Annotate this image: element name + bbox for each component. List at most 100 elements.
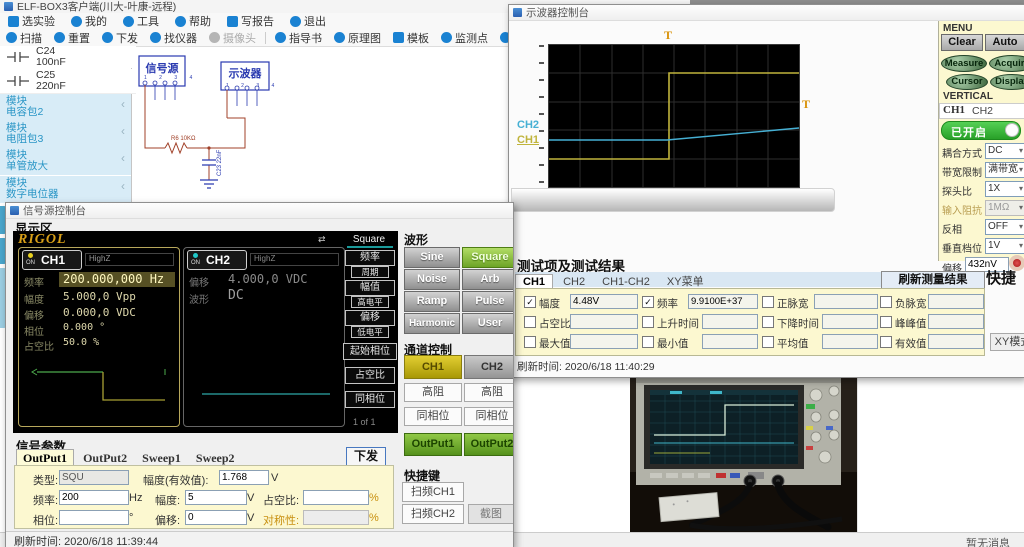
toolbar-scan[interactable]: 扫描 bbox=[0, 29, 48, 46]
max-result[interactable] bbox=[570, 334, 638, 349]
ch1-same-phase-button[interactable]: 同相位 bbox=[404, 407, 462, 426]
sidebar-module-capacitors[interactable]: 模块电容包2 bbox=[0, 94, 131, 121]
acquire-button[interactable]: Acquire bbox=[989, 55, 1024, 72]
trigger-level-marker[interactable]: T bbox=[802, 97, 810, 112]
checkbox-max[interactable] bbox=[524, 336, 536, 348]
checkbox-fall-time[interactable] bbox=[762, 316, 774, 328]
softkey-high-level[interactable]: 高电平 bbox=[351, 296, 389, 308]
softkey-amplitude[interactable]: 幅值 bbox=[345, 280, 395, 296]
scope-titlebar[interactable]: 示波器控制台 bbox=[509, 5, 1024, 21]
toolbar-template[interactable]: 模板 bbox=[387, 29, 435, 46]
coupling-select[interactable]: DC bbox=[985, 143, 1024, 159]
rms-result[interactable] bbox=[928, 334, 984, 349]
sidebar-module-resistors[interactable]: 模块电阻包3 bbox=[0, 121, 131, 148]
duty-result[interactable] bbox=[570, 314, 638, 329]
channel-ch1-button[interactable]: CH1 bbox=[404, 355, 462, 379]
wave-arb-button[interactable]: Arb bbox=[462, 269, 514, 290]
softkey-period[interactable]: 周期 bbox=[351, 266, 389, 278]
toolbar-schematic[interactable]: 原理图 bbox=[328, 29, 387, 46]
wave-harmonic-button[interactable]: Harmonic bbox=[404, 313, 460, 334]
rise-time-result[interactable] bbox=[702, 314, 758, 329]
menu-help[interactable]: 帮助 bbox=[167, 13, 219, 29]
clear-button[interactable]: Clear bbox=[941, 34, 983, 51]
rms-input[interactable] bbox=[219, 470, 269, 485]
ch2-same-phase-button[interactable]: 同相位 bbox=[464, 407, 514, 426]
plot-h-scrollbar[interactable] bbox=[511, 188, 835, 212]
wave-noise-button[interactable]: Noise bbox=[404, 269, 460, 290]
wave-sine-button[interactable]: Sine bbox=[404, 247, 460, 268]
menu-exit[interactable]: 退出 bbox=[282, 13, 334, 29]
channel-ch2-button[interactable]: CH2 bbox=[464, 355, 514, 379]
phase-input[interactable] bbox=[59, 510, 129, 525]
auto-button[interactable]: Auto bbox=[985, 34, 1024, 51]
softkey-low-level[interactable]: 低电平 bbox=[351, 326, 389, 338]
ch2-high-z-button[interactable]: 高阻 bbox=[464, 383, 514, 402]
sweep-ch2-button[interactable]: 扫频CH2 bbox=[402, 504, 464, 524]
wave-square-button[interactable]: Square bbox=[462, 247, 514, 268]
checkbox-amplitude[interactable]: ✓ bbox=[524, 296, 536, 308]
freq-input[interactable] bbox=[59, 490, 129, 505]
softkey-offset[interactable]: 偏移 bbox=[345, 310, 395, 326]
rigol-ch1-tab[interactable]: ON CH1 bbox=[22, 250, 82, 270]
test-tab-ch1[interactable]: CH1 bbox=[515, 274, 553, 289]
checkbox-rise-time[interactable] bbox=[642, 316, 654, 328]
send-params-button[interactable]: 下发 bbox=[346, 447, 386, 466]
probe-ratio-select[interactable]: 1X bbox=[985, 181, 1024, 197]
sidebar-module-digital-pot[interactable]: 模块数字电位器 bbox=[0, 176, 131, 203]
toolbar-reset[interactable]: 重置 bbox=[48, 29, 96, 46]
wave-user-button[interactable]: User bbox=[462, 313, 514, 334]
toolbar-monitor-point[interactable]: 监测点 bbox=[435, 29, 494, 46]
checkbox-rms[interactable] bbox=[880, 336, 892, 348]
softkey-duty[interactable]: 占空比 bbox=[345, 367, 395, 384]
signal-titlebar[interactable]: 信号源控制台 bbox=[6, 203, 513, 219]
checkbox-peak-peak[interactable] bbox=[880, 316, 892, 328]
measure-button[interactable]: Measure bbox=[941, 55, 987, 72]
amp-input[interactable] bbox=[185, 490, 247, 505]
menu-tools[interactable]: 工具 bbox=[115, 13, 167, 29]
rigol-ch2-tab[interactable]: ON CH2 bbox=[187, 250, 247, 270]
cursor-button[interactable]: Cursor bbox=[946, 74, 988, 90]
tab-ch2[interactable]: CH2 bbox=[972, 105, 993, 117]
checkbox-pos-pulse-width[interactable] bbox=[762, 296, 774, 308]
duty-input[interactable] bbox=[303, 490, 369, 505]
output2-button[interactable]: OutPut2 bbox=[464, 433, 514, 456]
average-result[interactable] bbox=[822, 334, 878, 349]
softkey-same-phase[interactable]: 同相位 bbox=[345, 391, 395, 408]
wave-ramp-button[interactable]: Ramp bbox=[404, 291, 460, 312]
test-tab-ch1-ch2[interactable]: CH1-CH2 bbox=[595, 275, 657, 289]
sweep-ch1-button[interactable]: 扫频CH1 bbox=[402, 482, 464, 502]
checkbox-frequency[interactable]: ✓ bbox=[642, 296, 654, 308]
display-button[interactable]: Display bbox=[990, 74, 1024, 90]
softkey-frequency[interactable]: 频率 bbox=[345, 250, 395, 266]
menu-write-report[interactable]: 写报告 bbox=[219, 13, 282, 29]
refresh-measurements-button[interactable]: 刷新测量结果 bbox=[881, 271, 985, 289]
checkbox-duty[interactable] bbox=[524, 316, 536, 328]
channel-enabled-toggle[interactable]: 已开启 bbox=[941, 121, 1021, 140]
sidebar-module-amplifier[interactable]: 模块单管放大 bbox=[0, 148, 131, 175]
min-result[interactable] bbox=[702, 334, 758, 349]
softkey-start-phase[interactable]: 起始相位 bbox=[343, 343, 397, 360]
output1-button[interactable]: OutPut1 bbox=[404, 433, 462, 456]
test-tab-ch2[interactable]: CH2 bbox=[556, 275, 592, 289]
checkbox-neg-pulse-width[interactable] bbox=[880, 296, 892, 308]
toolbar-find-instrument[interactable]: 找仪器 bbox=[144, 29, 203, 46]
trigger-position-marker[interactable]: T bbox=[664, 28, 672, 43]
checkbox-min[interactable] bbox=[642, 336, 654, 348]
invert-select[interactable]: OFF bbox=[985, 219, 1024, 235]
xy-mode-button[interactable]: XY模式 bbox=[990, 333, 1024, 351]
scope-plot[interactable] bbox=[548, 44, 800, 188]
sidebar-component-c25[interactable]: C25220nF bbox=[0, 69, 136, 94]
ch1-high-z-button[interactable]: 高阻 bbox=[404, 383, 462, 402]
toolbar-send[interactable]: 下发 bbox=[96, 29, 144, 46]
pos-pulse-width-result[interactable] bbox=[814, 294, 878, 309]
amplitude-result[interactable] bbox=[570, 294, 638, 309]
tab-ch1[interactable]: CH1 bbox=[943, 104, 965, 116]
bandwidth-select[interactable]: 满带宽 bbox=[985, 162, 1024, 178]
peak-peak-result[interactable] bbox=[928, 314, 984, 329]
frequency-result[interactable] bbox=[688, 294, 758, 309]
checkbox-average[interactable] bbox=[762, 336, 774, 348]
sidebar-component-c24[interactable]: C24100nF bbox=[0, 46, 136, 68]
fall-time-result[interactable] bbox=[822, 314, 878, 329]
neg-pulse-width-result[interactable] bbox=[928, 294, 984, 309]
menu-mine[interactable]: 我的 bbox=[63, 13, 115, 29]
